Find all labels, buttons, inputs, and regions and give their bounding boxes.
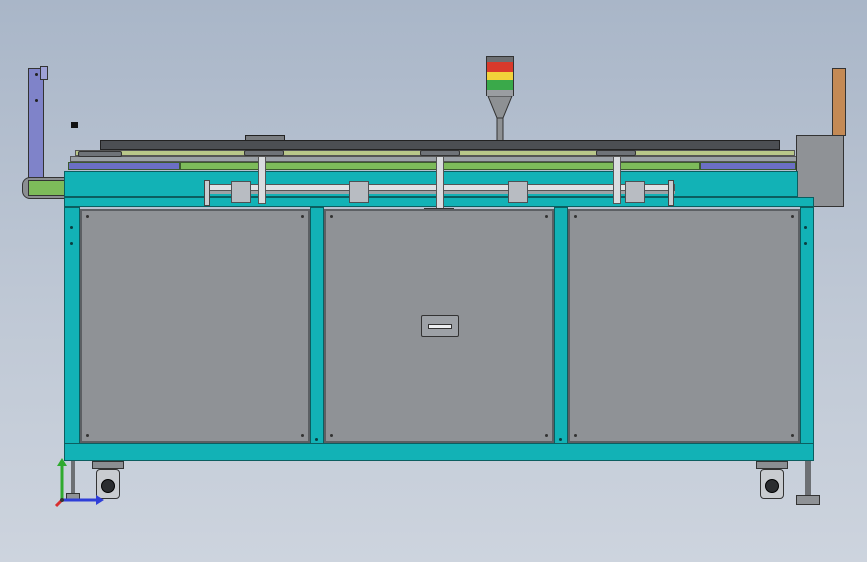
belt-segment-3 (700, 162, 796, 170)
carriage-rod-1 (258, 156, 266, 204)
belt-segment-1 (68, 162, 180, 170)
stack-light-green (486, 80, 514, 90)
carriage-rod-3 (613, 156, 621, 204)
left-sensor-post (28, 68, 44, 178)
small-clip (71, 122, 78, 128)
frame-bottom-beam (64, 443, 814, 461)
right-leveling-foot (796, 461, 820, 507)
frame-right-leg (800, 207, 814, 461)
stack-light (486, 56, 514, 146)
coordinate-triad-icon (54, 458, 104, 508)
rail-end-cap-right (668, 180, 674, 206)
top-cover-handle (245, 135, 285, 141)
right-caster (756, 461, 788, 503)
rail-clamp (625, 181, 645, 203)
rail-clamp (508, 181, 528, 203)
rail-clamp (349, 181, 369, 203)
access-panel-left[interactable] (80, 209, 310, 443)
frame-mid-post-2 (554, 207, 568, 451)
right-tail-bar (832, 68, 846, 136)
left-post-bracket (40, 66, 48, 80)
stack-light-mount (487, 96, 513, 146)
door-handle[interactable] (421, 315, 459, 337)
frame-mid-post-1 (310, 207, 324, 451)
top-roller-1 (78, 151, 122, 157)
cad-viewport[interactable]: { "viewport": { "background_top": "#a9b6… (0, 0, 867, 562)
stack-light-yellow (486, 72, 514, 80)
rail-end-cap-left (204, 180, 210, 206)
frame-left-leg (64, 207, 80, 461)
top-cover-plate (100, 140, 780, 150)
stack-light-red (486, 62, 514, 72)
access-panel-right[interactable] (568, 209, 800, 443)
rail-clamp (231, 181, 251, 203)
